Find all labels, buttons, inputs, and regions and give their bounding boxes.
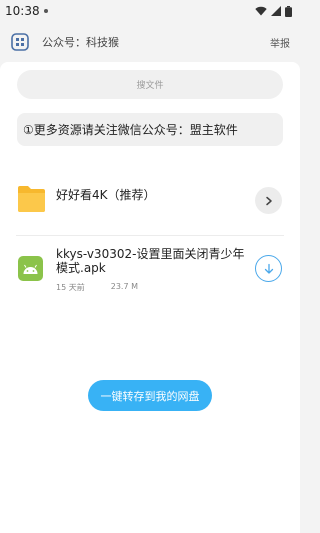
share-card: 搜文件 ①更多资源请关注微信公众号：盟主软件 好好看4K（推荐） kkys-v3…	[0, 62, 300, 533]
signal-icon	[271, 6, 281, 16]
divider	[16, 235, 284, 236]
search-placeholder: 搜文件	[136, 81, 164, 91]
wifi-icon	[255, 6, 267, 16]
android-icon	[18, 256, 43, 281]
file-name: kkys-v30302-设置里面关闭青少年模式.apk	[56, 247, 245, 275]
notice-text: ①更多资源请关注微信公众号：盟主软件	[23, 123, 238, 137]
status-bar: 10:38	[0, 0, 300, 22]
folder-icon	[18, 186, 45, 212]
status-icons	[255, 5, 292, 17]
list-item-folder[interactable]: 好好看4K（推荐）	[0, 174, 300, 226]
battery-icon	[285, 5, 292, 17]
file-size: 23.7 M	[110, 282, 138, 291]
download-icon[interactable]	[255, 255, 282, 282]
status-left: 10:38	[5, 4, 48, 18]
app-header: 公众号：科技猴 举报	[0, 22, 300, 62]
save-to-drive-button[interactable]: 一键转存到我的网盘	[88, 380, 212, 411]
chevron-right-icon[interactable]	[255, 187, 282, 214]
notice-banner: ①更多资源请关注微信公众号：盟主软件	[17, 113, 283, 146]
page-title: 公众号：科技猴	[42, 36, 119, 49]
status-time: 10:38	[5, 4, 40, 18]
notification-dot-icon	[43, 9, 48, 13]
file-meta: 15 天前 23.7 M	[56, 282, 138, 293]
file-age: 15 天前	[56, 283, 85, 292]
search-input[interactable]: 搜文件	[17, 70, 283, 99]
report-link[interactable]: 举报	[270, 35, 290, 50]
list-item-file[interactable]: kkys-v30302-设置里面关闭青少年模式.apk 15 天前 23.7 M	[0, 242, 300, 302]
qr-code-icon[interactable]	[10, 32, 30, 52]
folder-name: 好好看4K（推荐）	[56, 188, 156, 202]
